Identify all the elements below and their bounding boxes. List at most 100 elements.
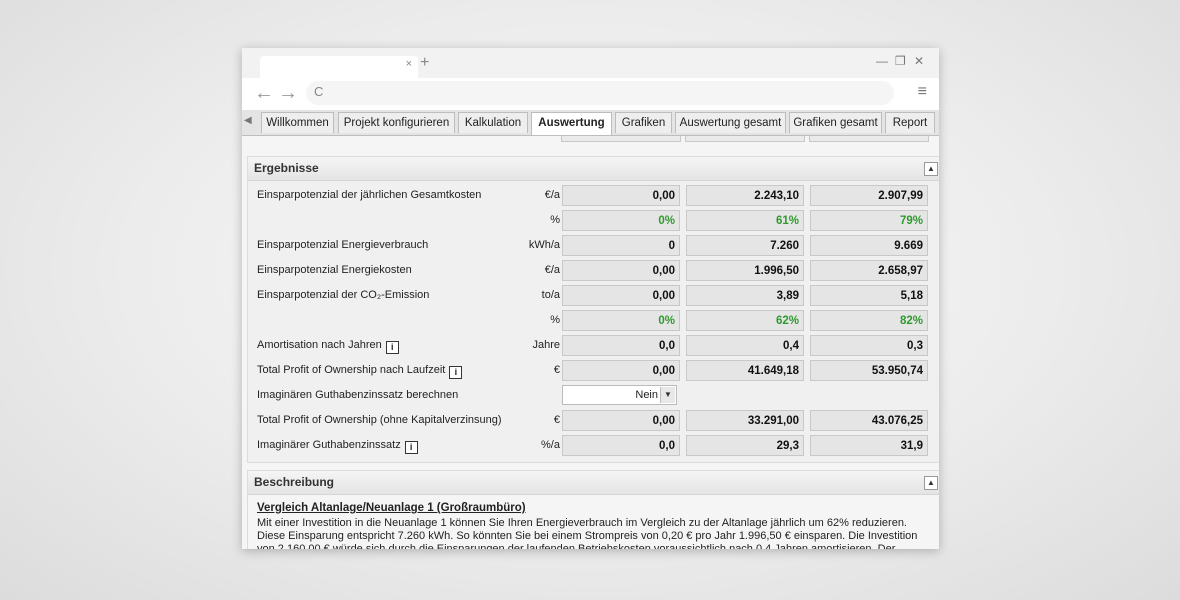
row-label-wrap: Imaginärer Guthabenzinssatz i: [257, 439, 418, 454]
value-cell: 7.260: [686, 235, 804, 256]
row-label: Einsparpotenzial der jährlichen Gesamtko…: [257, 189, 482, 201]
description-body: Vergleich Altanlage/Neuanlage 1 (Großrau…: [248, 495, 939, 549]
close-window-icon[interactable]: ✕: [914, 54, 924, 68]
value-cell: 79%: [810, 210, 928, 231]
info-icon[interactable]: i: [449, 366, 463, 379]
tab-willkommen[interactable]: Willkommen: [261, 112, 334, 133]
section-title: Ergebnisse: [254, 161, 319, 175]
row-label-wrap: Total Profit of Ownership nach Laufzeit i: [257, 364, 463, 379]
value-cell: 9.669: [810, 235, 928, 256]
row-label: Total Profit of Ownership nach Laufzeit: [257, 364, 446, 376]
restore-icon[interactable]: ❐: [895, 54, 906, 68]
value-cell: 2.243,10: [686, 185, 804, 206]
value-cell: 33.291,00: [686, 410, 804, 431]
tab-report[interactable]: Report: [885, 112, 935, 133]
section-title: Beschreibung: [254, 475, 335, 489]
result-row: Total Profit of Ownership (ohne Kapitalv…: [248, 409, 939, 434]
row-label: Einsparpotenzial der CO₂-Emission: [257, 289, 430, 301]
tab-scroll-left-icon[interactable]: ◀: [244, 115, 252, 126]
previous-row-fragment: [242, 136, 939, 144]
back-icon[interactable]: ←: [254, 82, 274, 104]
value-cell: 0,3: [810, 335, 928, 356]
beschreibung-section: Beschreibung ▲ Vergleich Altanlage/Neuan…: [247, 470, 939, 549]
value-cell: 0: [562, 235, 680, 256]
value-cell: 43.076,25: [810, 410, 928, 431]
value-cell: 1.996,50: [686, 260, 804, 281]
description-heading: Vergleich Altanlage/Neuanlage 1 (Großrau…: [257, 502, 526, 514]
row-unit: €/a: [544, 264, 560, 276]
value-cell: 53.950,74: [810, 360, 928, 381]
new-tab-icon[interactable]: +: [420, 54, 429, 72]
minimize-icon[interactable]: —: [876, 54, 888, 68]
forward-icon[interactable]: →: [278, 82, 298, 104]
prev-cell: [809, 136, 929, 142]
row-unit: %/a: [541, 439, 560, 451]
row-unit: %: [550, 314, 560, 326]
browser-window: × + — ❐ ✕ ← → C ≡ ◀ Willkommen Projekt k…: [242, 48, 939, 549]
reload-icon[interactable]: C: [314, 84, 323, 99]
value-cell: 0,00: [562, 260, 680, 281]
menu-icon[interactable]: ≡: [918, 83, 927, 101]
value-cell: 29,3: [686, 435, 804, 456]
row-label-wrap: Amortisation nach Jahren i: [257, 339, 399, 354]
beschreibung-header: Beschreibung ▲: [248, 471, 939, 495]
value-cell: 0%: [562, 210, 680, 231]
row-label: Einsparpotenzial Energieverbrauch: [257, 239, 429, 251]
browser-toolbar: ← → C ≡: [242, 78, 939, 111]
value-cell: 3,89: [686, 285, 804, 306]
result-row: Einsparpotenzial der jährlichen Gesamtko…: [248, 184, 939, 209]
row-unit: €/a: [544, 189, 560, 201]
description-text: Mit einer Investition in die Neuanlage 1…: [257, 517, 918, 549]
row-label: Imaginären Guthabenzinssatz berechnen: [257, 389, 459, 401]
value-cell: 0,0: [562, 435, 680, 456]
result-row: % 0% 62% 82%: [248, 309, 939, 334]
value-cell: 41.649,18: [686, 360, 804, 381]
value-cell: 0%: [562, 310, 680, 331]
tab-projekt-konfigurieren[interactable]: Projekt konfigurieren: [338, 112, 455, 133]
prev-cell: [685, 136, 805, 142]
info-icon[interactable]: i: [404, 441, 418, 454]
value-cell: 0,00: [562, 360, 680, 381]
value-cell: 0,00: [562, 410, 680, 431]
row-unit: to/a: [541, 289, 560, 301]
close-tab-icon[interactable]: ×: [406, 58, 412, 70]
content-area: Ergebnisse ▲ Einsparpotenzial der jährli…: [242, 136, 939, 549]
tab-kalkulation[interactable]: Kalkulation: [458, 112, 528, 133]
value-cell: 0,4: [686, 335, 804, 356]
result-row: Total Profit of Ownership nach Laufzeit i…: [248, 359, 939, 384]
result-row: Imaginärer Guthabenzinssatz i %/a 0,0 29,…: [248, 434, 939, 459]
value-cell: 62%: [686, 310, 804, 331]
collapse-icon[interactable]: ▲: [924, 162, 938, 176]
browser-tab[interactable]: ×: [260, 56, 418, 78]
value-cell: 5,18: [810, 285, 928, 306]
prev-cell: [561, 136, 681, 142]
address-bar[interactable]: C: [306, 81, 894, 105]
row-unit: €: [553, 364, 560, 376]
tab-grafiken-gesamt[interactable]: Grafiken gesamt: [789, 112, 882, 133]
select-value: Nein: [635, 389, 658, 401]
row-label: Einsparpotenzial Energiekosten: [257, 264, 412, 276]
tab-auswertung[interactable]: Auswertung: [531, 112, 612, 135]
row-unit: €: [553, 414, 560, 426]
guthabenzins-select[interactable]: Nein ▼: [562, 385, 677, 405]
result-row: Einsparpotenzial Energiekosten €/a 0,00 …: [248, 259, 939, 284]
app-tab-bar: ◀ Willkommen Projekt konfigurieren Kalku…: [242, 110, 939, 136]
value-cell: 2.907,99: [810, 185, 928, 206]
tab-grafiken[interactable]: Grafiken: [615, 112, 672, 133]
row-unit: Jahre: [532, 339, 560, 351]
title-bar: × + — ❐ ✕: [242, 48, 939, 78]
value-cell: 61%: [686, 210, 804, 231]
info-icon[interactable]: i: [385, 341, 399, 354]
row-label: Imaginärer Guthabenzinssatz: [257, 439, 401, 451]
chevron-down-icon[interactable]: ▼: [660, 387, 675, 403]
collapse-icon[interactable]: ▲: [924, 476, 938, 490]
value-cell: 82%: [810, 310, 928, 331]
value-cell: 0,0: [562, 335, 680, 356]
value-cell: 0,00: [562, 285, 680, 306]
result-row: Einsparpotenzial der CO₂-Emission to/a 0…: [248, 284, 939, 309]
result-row: Imaginären Guthabenzinssatz berechnen Ne…: [248, 384, 939, 409]
tab-auswertung-gesamt[interactable]: Auswertung gesamt: [675, 112, 786, 133]
result-row: % 0% 61% 79%: [248, 209, 939, 234]
value-cell: 31,9: [810, 435, 928, 456]
result-row: Einsparpotenzial Energieverbrauch kWh/a …: [248, 234, 939, 259]
